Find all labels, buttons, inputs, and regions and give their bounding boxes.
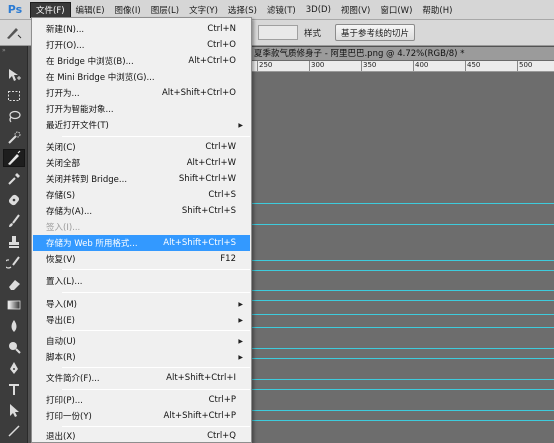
guide-line[interactable]: [252, 389, 554, 390]
ruler-label: 250: [259, 61, 273, 69]
panel-collapse-icon[interactable]: »: [2, 48, 26, 54]
slice-tool-preset-icon[interactable]: [4, 25, 22, 41]
submenu-arrow-icon: ▶: [238, 337, 243, 345]
menu-item-open-as[interactable]: 打开为... Alt+Shift+Ctrl+O: [33, 85, 250, 101]
menu-layer[interactable]: 图层(L): [146, 2, 184, 18]
lasso-tool-icon[interactable]: [3, 108, 25, 126]
menu-file[interactable]: 文件(F): [30, 1, 71, 18]
menu-item-open[interactable]: 打开(O)... Ctrl+O: [33, 37, 250, 53]
guide-line[interactable]: [252, 224, 554, 225]
menu-item-scripts[interactable]: 脚本(R) ▶: [33, 349, 250, 365]
menu-item-print[interactable]: 打印(P)... Ctrl+P: [33, 392, 250, 408]
line-tool-icon[interactable]: [3, 422, 25, 440]
menu-separator: [62, 367, 250, 368]
brush-tool-icon[interactable]: [3, 212, 25, 230]
menu-window[interactable]: 窗口(W): [375, 2, 417, 18]
submenu-arrow-icon: ▶: [238, 121, 243, 129]
blur-tool-icon[interactable]: [3, 317, 25, 335]
guide-line[interactable]: [252, 420, 554, 421]
path-selection-tool-icon[interactable]: [3, 401, 25, 419]
menu-3d[interactable]: 3D(D): [301, 2, 336, 18]
menu-item-close-all[interactable]: 关闭全部 Alt+Ctrl+W: [33, 155, 250, 171]
guide-line[interactable]: [252, 203, 554, 204]
horizontal-ruler: 250 300 350 400 450 500 550: [252, 61, 554, 72]
menu-separator: [62, 292, 250, 293]
menu-item-import[interactable]: 导入(M) ▶: [33, 296, 250, 312]
menu-item-open-as-smart-object[interactable]: 打开为智能对象...: [33, 101, 250, 117]
style-label: 样式: [304, 29, 322, 39]
ruler-label: 350: [363, 61, 377, 69]
guide-line[interactable]: [252, 290, 554, 291]
menu-filter[interactable]: 滤镜(T): [262, 2, 301, 18]
ruler-label: 450: [467, 61, 481, 69]
photoshop-logo: Ps: [7, 3, 23, 16]
file-menu-dropdown: 新建(N)... Ctrl+N 打开(O)... Ctrl+O 在 Bridge 中…: [31, 17, 252, 443]
menu-help[interactable]: 帮助(H): [417, 2, 457, 18]
marquee-tool-icon[interactable]: [3, 87, 25, 105]
menu-item-browse-in-mini-bridge[interactable]: 在 Mini Bridge 中浏览(G)...: [33, 69, 250, 85]
menu-item-browse-in-bridge[interactable]: 在 Bridge 中浏览(B)... Alt+Ctrl+O: [33, 53, 250, 69]
menu-item-file-info[interactable]: 文件简介(F)... Alt+Shift+Ctrl+I: [33, 370, 250, 386]
menu-separator: [62, 136, 250, 137]
menu-item-close[interactable]: 关闭(C) Ctrl+W: [33, 139, 250, 155]
guide-line[interactable]: [252, 379, 554, 380]
slice-tool-icon[interactable]: [3, 149, 25, 167]
menu-select[interactable]: 选择(S): [223, 2, 262, 18]
menu-item-place[interactable]: 置入(L)...: [33, 273, 250, 289]
dodge-tool-icon[interactable]: [3, 338, 25, 356]
tools-panel: »: [0, 46, 28, 443]
ruler-label: 300: [311, 61, 325, 69]
menu-separator: [62, 426, 250, 427]
menu-separator: [62, 389, 250, 390]
history-brush-tool-icon[interactable]: [3, 254, 25, 272]
submenu-arrow-icon: ▶: [238, 353, 243, 361]
menu-type[interactable]: 文字(Y): [184, 2, 223, 18]
submenu-arrow-icon: ▶: [238, 300, 243, 308]
guide-line[interactable]: [252, 327, 554, 328]
guide-line[interactable]: [252, 314, 554, 315]
options-field[interactable]: [258, 25, 298, 40]
menu-item-save-as[interactable]: 存储为(A)... Shift+Ctrl+S: [33, 203, 250, 219]
pen-tool-icon[interactable]: [3, 359, 25, 377]
menu-separator: [62, 330, 250, 331]
menu-item-check-in: 签入(I)...: [46, 223, 81, 233]
menu-item-print-one-copy[interactable]: 打印一份(Y) Alt+Shift+Ctrl+P: [33, 408, 250, 424]
gradient-tool-icon[interactable]: [3, 296, 25, 314]
quick-selection-tool-icon[interactable]: [3, 129, 25, 147]
menu-item-export[interactable]: 导出(E) ▶: [33, 312, 250, 328]
move-tool-icon[interactable]: [3, 66, 25, 84]
clone-stamp-tool-icon[interactable]: [3, 233, 25, 251]
guide-line[interactable]: [252, 260, 554, 261]
menu-item-exit[interactable]: 退出(X) Ctrl+Q: [33, 428, 250, 443]
healing-brush-tool-icon[interactable]: [3, 191, 25, 209]
canvas[interactable]: [252, 72, 554, 443]
guide-line[interactable]: [252, 348, 554, 349]
menu-item-open-recent[interactable]: 最近打开文件(T) ▶: [33, 117, 250, 133]
menu-separator: [62, 269, 250, 270]
guide-line[interactable]: [252, 358, 554, 359]
eraser-tool-icon[interactable]: [3, 275, 25, 293]
menu-image[interactable]: 图像(I): [110, 2, 146, 18]
menu-item-close-and-go-to-bridge[interactable]: 关闭并转到 Bridge... Shift+Ctrl+W: [33, 171, 250, 187]
guide-line[interactable]: [252, 410, 554, 411]
submenu-arrow-icon: ▶: [238, 316, 243, 324]
guide-line[interactable]: [252, 270, 554, 271]
ruler-label: 400: [415, 61, 429, 69]
ruler-label: 500: [519, 61, 533, 69]
guide-line[interactable]: [252, 300, 554, 301]
menu-item-save[interactable]: 存储(S) Ctrl+S: [33, 187, 250, 203]
eyedropper-tool-icon[interactable]: [3, 170, 25, 188]
guide-based-slices-button[interactable]: 基于参考线的切片: [335, 24, 415, 41]
document-tab[interactable]: 夏季款气质修身子 - 阿里巴巴.png @ 4.72%(RGB/8) *: [252, 47, 554, 61]
menu-item-automate[interactable]: 自动(U) ▶: [33, 333, 250, 349]
menu-item-save-for-web[interactable]: 存储为 Web 所用格式... Alt+Shift+Ctrl+S: [33, 235, 250, 251]
menu-item-revert[interactable]: 恢复(V) F12: [33, 251, 250, 267]
menu-view[interactable]: 视图(V): [336, 2, 375, 18]
menu-edit[interactable]: 编辑(E): [71, 2, 110, 18]
menu-item-new[interactable]: 新建(N)... Ctrl+N: [33, 21, 250, 37]
type-tool-icon[interactable]: [3, 380, 25, 398]
